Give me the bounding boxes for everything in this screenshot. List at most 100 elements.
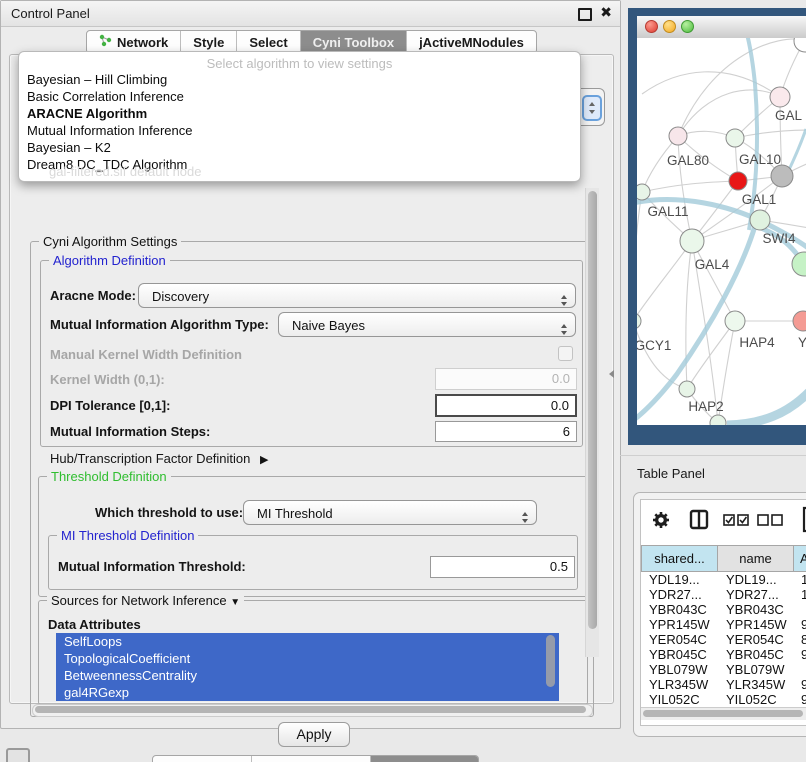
node-label-GAL11: GAL11 [647, 204, 688, 219]
dropdown-item-mutual-information-inference[interactable]: Mutual Information Inference [27, 123, 192, 138]
mi-threshold-input[interactable]: 0.5 [430, 556, 575, 578]
kernel-width-input[interactable]: 0.0 [435, 368, 577, 390]
attribute-item-betweennesscentrality[interactable]: BetweennessCentrality [56, 667, 559, 684]
table-row[interactable]: YPR145WYPR145W9. [641, 617, 806, 632]
apply-button[interactable]: Apply [278, 722, 350, 747]
close-icon[interactable]: ✖ [600, 4, 612, 21]
mi-steps-input[interactable]: 6 [435, 421, 577, 442]
zoom-traffic-light[interactable] [681, 20, 694, 33]
gear-icon[interactable] [651, 510, 671, 533]
network-node-HAP4[interactable] [725, 311, 745, 331]
table-cell: 9. [801, 617, 806, 632]
column-header-name[interactable]: name [718, 545, 794, 572]
network-node-node-salmon[interactable] [793, 311, 806, 331]
mi-algorithm-type-select[interactable]: Naive Bayes [278, 312, 576, 337]
network-node-node-bottom[interactable] [710, 415, 726, 425]
manual-kernel-width-checkbox[interactable] [558, 346, 573, 361]
column-header-a[interactable]: A [794, 545, 806, 572]
attributes-scrollbar[interactable] [546, 635, 555, 687]
table-cell: YLR345W [726, 677, 785, 692]
table-row[interactable]: YIL052C YIL052C 9 [641, 692, 806, 707]
network-node-GAL80[interactable] [669, 127, 687, 145]
horizontal-scrollbar[interactable] [32, 704, 593, 717]
attribute-item-selfloops[interactable]: SelfLoops [56, 633, 559, 650]
hub-definition-toggle[interactable]: Hub/Transcription Factor Definition ▶ [50, 451, 268, 466]
tab-cyni-toolbox[interactable]: Cyni Toolbox [300, 31, 406, 53]
close-traffic-light[interactable] [645, 20, 658, 33]
network-node-GAL11[interactable] [637, 184, 650, 200]
network-node-GAL4[interactable] [680, 229, 704, 253]
table-cell: YDR27... [726, 587, 779, 602]
table-row[interactable]: YBR045CYBR045C9. [641, 647, 806, 662]
network-node-GCY1[interactable] [637, 313, 641, 329]
float-window-icon[interactable] [578, 8, 592, 21]
threshold-definition-title: Threshold Definition [47, 469, 171, 484]
attribute-item-topologicalcoefficient[interactable]: TopologicalCoefficient [56, 650, 559, 667]
table-row[interactable]: YBR043CYBR043C [641, 602, 806, 617]
table-cell: YER054C [726, 632, 784, 647]
control-panel-titlebar: Control Panel ✖ [1, 1, 620, 27]
split-columns-icon[interactable] [689, 509, 709, 533]
network-node-node-gray[interactable] [771, 165, 793, 187]
table-cell: YBR043C [649, 602, 707, 617]
dpi-tolerance-input[interactable]: 0.0 [435, 394, 577, 417]
node-label-SWI4: SWI4 [762, 231, 795, 246]
panel-divider-handle[interactable] [609, 370, 614, 378]
stepper-arrows-icon [560, 319, 568, 344]
network-node-node-green-right[interactable] [792, 252, 806, 276]
data-attributes-list[interactable]: SelfLoopsTopologicalCoefficientBetweenne… [56, 633, 559, 701]
table-cell: YIL052C [726, 692, 777, 707]
tab-network[interactable]: Network [87, 31, 180, 53]
table-row[interactable]: YLR345WYLR345W9. [641, 677, 806, 692]
checked-boxes-icon[interactable] [723, 514, 750, 529]
network-canvas[interactable]: GALGAL80GAL10GAL1GAL11SWI4GAL4GCY1HAP4YH… [637, 38, 806, 425]
minimize-traffic-light[interactable] [663, 20, 676, 33]
column-header-shared-[interactable]: shared... [641, 545, 718, 572]
aracne-mode-select[interactable]: Discovery [138, 283, 576, 308]
table-cell: 13 [801, 572, 806, 587]
tab-jactivemnodules[interactable]: jActiveMNodules [406, 31, 536, 53]
table-row[interactable]: YDL19...YDL19...13 [641, 572, 806, 587]
aracne-mode-value: Discovery [152, 289, 209, 304]
table-row[interactable]: YBL079WYBL079W [641, 662, 806, 677]
network-view-window: GALGAL80GAL10GAL1GAL11SWI4GAL4GCY1HAP4YH… [628, 8, 806, 445]
settings-vertical-scrollbar[interactable] [585, 188, 599, 657]
table-row[interactable]: YER054CYER054C8. [641, 632, 806, 647]
which-threshold-select[interactable]: MI Threshold [243, 500, 537, 525]
attribute-item-gal4rgexp[interactable]: gal4RGexp [56, 684, 559, 701]
network-node-GAL10[interactable] [726, 129, 744, 147]
network-node-node-swi4[interactable] [750, 210, 770, 230]
tab-infer-network[interactable]: Infer Network [370, 756, 478, 762]
dropdown-item-basic-correlation-inference[interactable]: Basic Correlation Inference [27, 89, 184, 104]
control-panel-window: Control Panel ✖ NetworkStyleSelectCyni T… [0, 0, 621, 729]
node-label-Y: Y [798, 335, 806, 350]
network-node-HAP2[interactable] [679, 381, 695, 397]
dropdown-item-bayesian-hill-climbing[interactable]: Bayesian – Hill Climbing [27, 72, 167, 87]
tab-style[interactable]: Style [180, 31, 236, 53]
table-panel-separator [620, 455, 806, 456]
table-cell: 9 [801, 692, 806, 707]
document-icon[interactable] [801, 506, 806, 536]
algorithm-dropdown-popup: Select algorithm to view settings Bayesi… [18, 51, 581, 182]
dropdown-item-aracne-algorithm[interactable]: ARACNE Algorithm [27, 106, 147, 121]
table-panel-title: Table Panel [637, 466, 705, 481]
table-cell: YIL052C [649, 692, 700, 707]
table-row[interactable]: YDR27...YDR27...12 [641, 587, 806, 602]
sources-title[interactable]: Sources for Network Inference ▼ [47, 593, 244, 608]
network-node-node-top-partial[interactable] [794, 38, 806, 52]
table-cell: 9. [801, 677, 806, 692]
stepper-button-focused[interactable] [582, 95, 602, 121]
algorithm-combobox-fragment[interactable] [577, 88, 605, 126]
network-node-node-pink-top[interactable] [770, 87, 790, 107]
table-panel-inner: shared...nameA YDL19...YDL19...13YDR27..… [640, 499, 806, 726]
unchecked-boxes-icon[interactable] [757, 514, 784, 529]
network-node-GAL1[interactable] [729, 172, 747, 190]
table-horizontal-scrollbar[interactable] [641, 707, 806, 720]
node-label-GAL1: GAL1 [742, 192, 777, 207]
chevron-down-icon: ▼ [230, 597, 240, 608]
tab-impute-data[interactable]: Impute Data [153, 756, 251, 762]
collapsed-panel-button[interactable] [6, 748, 30, 762]
tab-select[interactable]: Select [236, 31, 299, 53]
tab-discretize-data[interactable]: Discretize Data [251, 756, 369, 762]
dropdown-item-bayesian-k2[interactable]: Bayesian – K2 [27, 140, 111, 155]
